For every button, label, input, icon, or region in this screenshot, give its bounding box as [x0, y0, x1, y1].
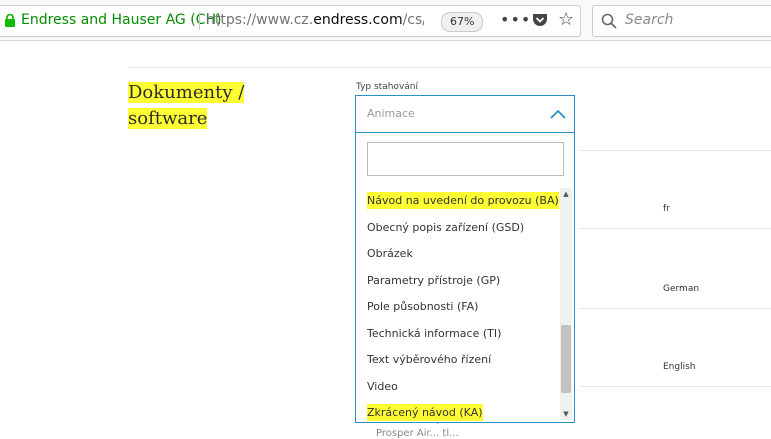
chevron-up-icon[interactable]: [550, 107, 566, 121]
url-domain: endress.com: [313, 12, 403, 28]
row-divider: [580, 228, 771, 229]
separator: [199, 12, 200, 30]
row-divider: [580, 308, 771, 309]
option-label: Video: [367, 379, 398, 393]
option-ti[interactable]: Technická informace (TI): [356, 321, 559, 348]
pocket-icon[interactable]: [532, 12, 548, 28]
row-divider: [580, 386, 771, 387]
section-heading: Dokumenty / software: [128, 80, 246, 132]
row-divider: [580, 150, 771, 151]
lock-icon: [5, 14, 15, 27]
option-label: Pole působnosti (FA): [367, 300, 479, 313]
heading-line-1: Dokumenty /: [128, 82, 245, 103]
option-ka[interactable]: Zkrácený návod (KA): [356, 400, 559, 427]
zoom-indicator[interactable]: 67%: [441, 12, 484, 32]
download-type-label: Typ stahování: [356, 82, 418, 92]
option-label: Parametry přístroje (GP): [367, 273, 501, 287]
option-label: Zkrácený návod (KA): [367, 404, 483, 421]
page-actions-icon[interactable]: •••: [500, 10, 531, 29]
url-rest: /cs/f: [402, 12, 424, 28]
option-ba[interactable]: Návod na uvedení do provozu (BA): [356, 188, 559, 215]
language-label: English: [663, 362, 696, 372]
language-label: German: [663, 284, 700, 294]
dropdown-search-input[interactable]: [367, 142, 564, 176]
option-fa[interactable]: Pole působnosti (FA): [356, 294, 559, 321]
top-divider: [128, 67, 771, 68]
search-icon: [601, 13, 617, 29]
option-label: Obrázek: [367, 247, 413, 260]
option-obrazek[interactable]: Obrázek: [356, 241, 559, 268]
bookmark-star-icon[interactable]: ☆: [558, 9, 574, 30]
selected-value: Animace: [367, 107, 415, 120]
option-gp[interactable]: Parametry přístroje (GP): [356, 268, 559, 295]
option-label: Technická informace (TI): [367, 326, 502, 340]
dropdown-panel: Návod na uvedení do provozu (BA) Obecný …: [355, 133, 575, 423]
option-label: Návod na uvedení do provozu (BA): [367, 192, 559, 209]
url-prefix: https://www.cz.: [206, 12, 314, 28]
option-label: Text výběrového řízení: [367, 353, 492, 366]
scrollbar-thumb[interactable]: [561, 325, 571, 393]
dropdown-scrollbar[interactable]: ▲ ▼: [560, 188, 572, 420]
download-type-select[interactable]: Animace: [355, 95, 575, 133]
option-video[interactable]: Video: [356, 374, 559, 401]
search-placeholder: Search: [625, 12, 674, 28]
search-box[interactable]: Search: [592, 5, 771, 37]
scroll-down-arrow-icon[interactable]: ▼: [560, 408, 572, 420]
option-label: Obecný popis zařízení (GSD): [367, 220, 525, 234]
scroll-up-arrow-icon[interactable]: ▲: [560, 188, 572, 200]
address-bar[interactable]: Endress and Hauser AG (CH) https://www.c…: [0, 5, 581, 37]
site-identity[interactable]: Endress and Hauser AG (CH): [21, 12, 221, 28]
url-text[interactable]: https://www.cz.endress.com/cs/f: [206, 12, 424, 28]
heading-line-2: software: [128, 108, 208, 129]
option-list: Návod na uvedení do provozu (BA) Obecný …: [356, 188, 559, 427]
language-label: fr: [663, 204, 670, 214]
browser-toolbar: Endress and Hauser AG (CH) https://www.c…: [0, 0, 771, 41]
option-gsd[interactable]: Obecný popis zařízení (GSD): [356, 215, 559, 242]
option-tender-text[interactable]: Text výběrového řízení: [356, 347, 559, 374]
